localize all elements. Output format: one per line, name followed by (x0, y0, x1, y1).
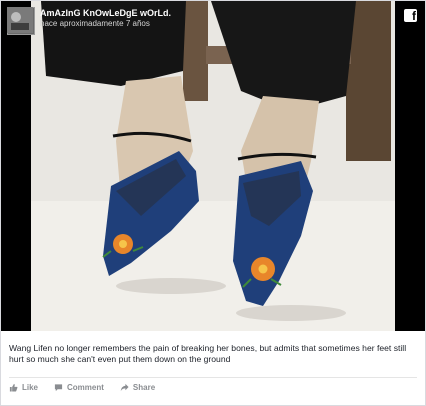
facebook-post-card: AmAzInG KnOwLeDgE wOrLd. hace aproximada… (0, 0, 426, 406)
post-photo[interactable]: AmAzInG KnOwLeDgE wOrLd. hace aproximada… (1, 1, 425, 331)
comment-bubble-icon (54, 384, 63, 392)
photo-illustration (31, 1, 395, 331)
facebook-icon[interactable]: f (404, 9, 417, 23)
thumb-up-icon (9, 383, 18, 392)
share-button[interactable]: Share (120, 383, 155, 392)
avatar-image (7, 7, 33, 33)
post-header: AmAzInG KnOwLeDgE wOrLd. hace aproximada… (7, 7, 171, 39)
post-header-text: AmAzInG KnOwLeDgE wOrLd. hace aproximada… (40, 7, 171, 29)
page-name-link[interactable]: AmAzInG KnOwLeDgE wOrLd. (40, 8, 171, 19)
page-avatar[interactable] (7, 7, 35, 35)
comment-button[interactable]: Comment (54, 383, 104, 392)
share-arrow-icon (120, 383, 129, 392)
share-label: Share (132, 383, 156, 392)
like-label: Like (22, 383, 39, 392)
action-divider (9, 377, 417, 378)
post-actions: Like Comment Share (9, 383, 171, 392)
comment-label: Comment (67, 383, 104, 392)
post-caption: Wang Lifen no longer remembers the pain … (9, 343, 407, 364)
post-timestamp[interactable]: hace aproximadamente 7 años (40, 19, 171, 29)
like-button[interactable]: Like (9, 383, 38, 392)
